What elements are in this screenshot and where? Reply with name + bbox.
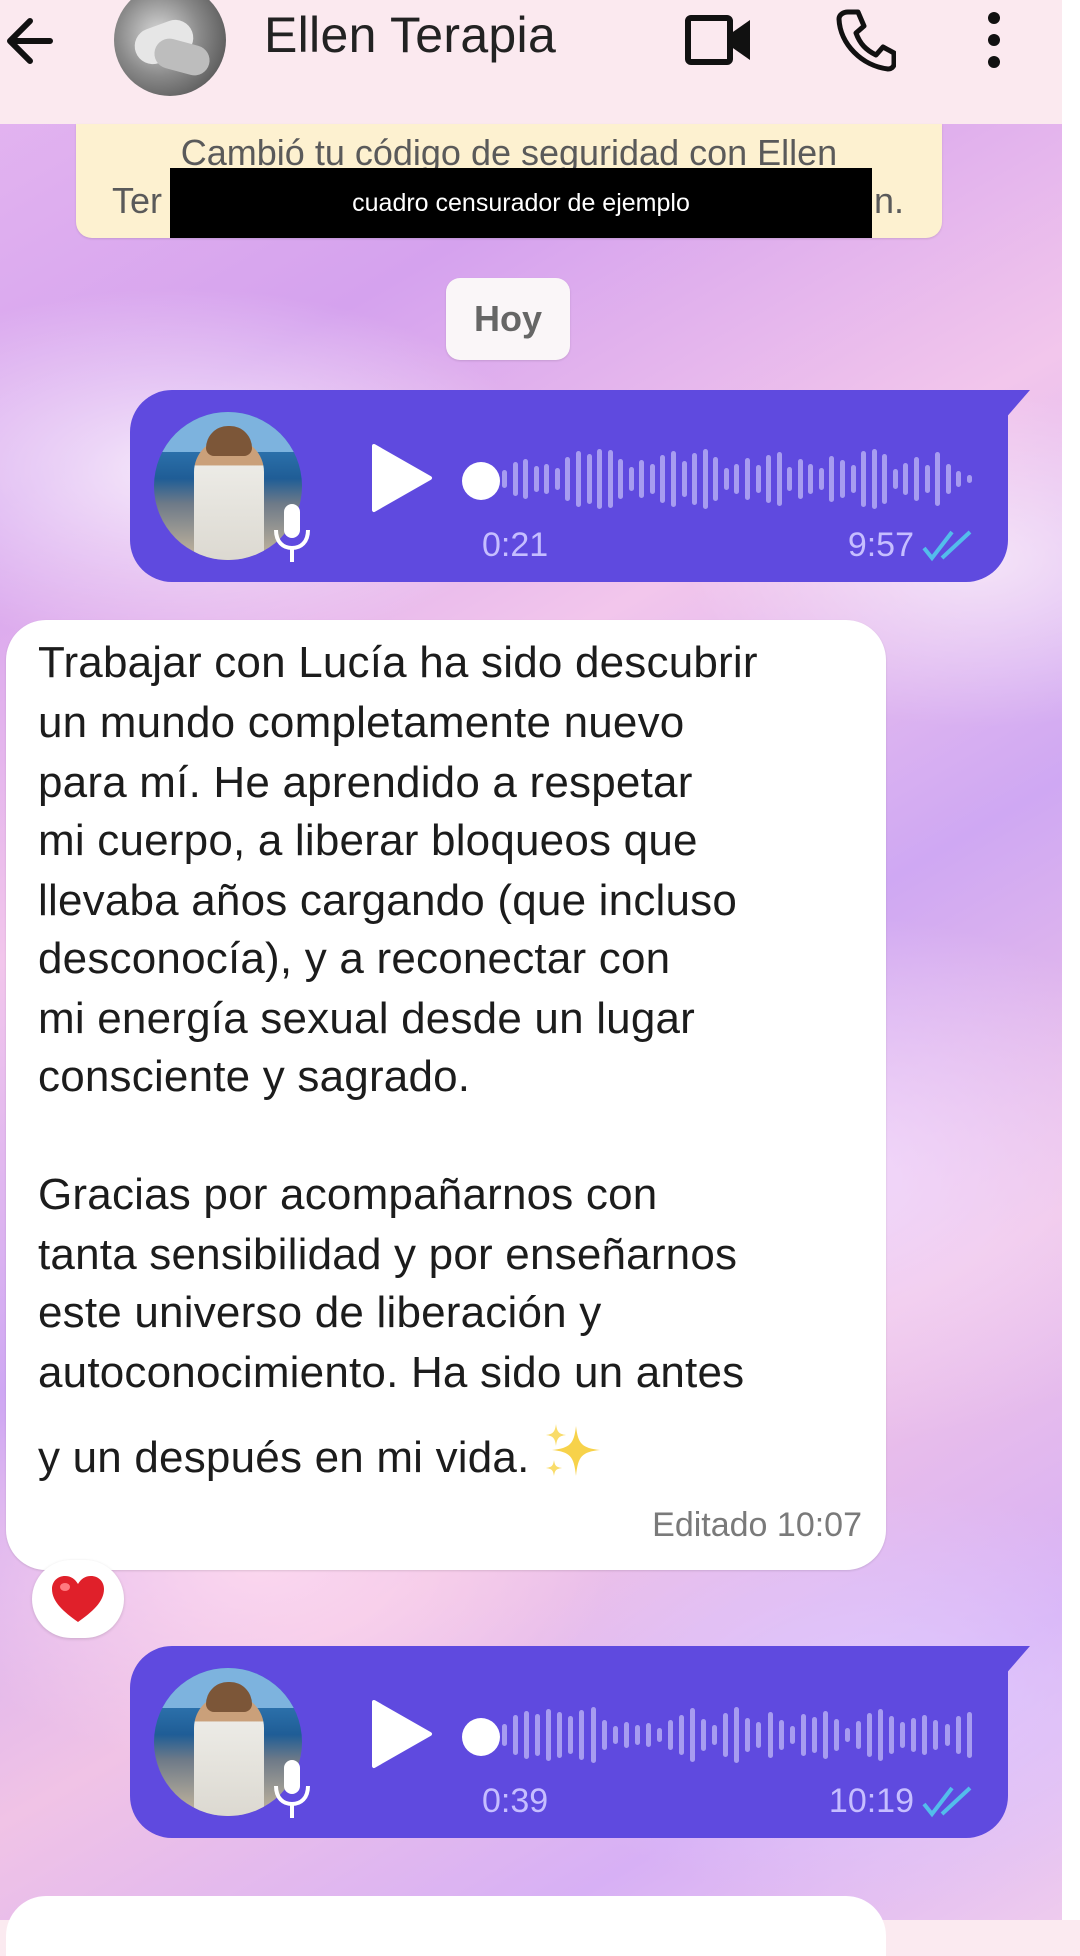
message-time: 9:57 <box>847 526 914 564</box>
message-line: consciente y sagrado. <box>38 1052 471 1101</box>
message-time: 10:19 <box>828 1782 914 1820</box>
censor-box: cuadro censurador de ejemplo <box>170 168 872 238</box>
message-line: este universo de liberación y <box>38 1288 602 1337</box>
next-message-bubble[interactable] <box>6 1896 886 1956</box>
play-icon[interactable] <box>368 442 434 514</box>
message-line: autoconocimiento. Ha sido un antes <box>38 1348 745 1397</box>
message-line: Trabajar con Lucía ha sido descubrir <box>38 638 758 687</box>
read-checkmarks-icon <box>922 530 972 562</box>
screen-edge <box>1062 0 1080 1920</box>
chat-header: Ellen Terapia <box>0 0 1062 124</box>
date-separator: Hoy <box>446 278 570 360</box>
voice-message[interactable]: 0:39 10:19 <box>130 1646 1030 1838</box>
security-notice-line2-start: Ter <box>112 180 163 221</box>
message-line: Gracias por acompañarnos con <box>38 1170 658 1219</box>
waveform[interactable] <box>502 446 972 512</box>
contact-name[interactable]: Ellen Terapia <box>264 6 556 64</box>
message-line: mi energía sexual desde un lugar <box>38 994 696 1043</box>
play-icon[interactable] <box>368 1698 434 1770</box>
voice-duration: 0:39 <box>482 1782 549 1820</box>
voice-message[interactable]: 0:21 9:57 <box>130 390 1030 582</box>
message-line: mi cuerpo, a liberar bloqueos que <box>38 816 698 865</box>
video-camera-icon[interactable] <box>684 12 754 68</box>
message-line: llevaba años cargando (que incluso <box>38 876 738 925</box>
more-vert-icon[interactable] <box>976 10 1012 70</box>
security-notice-line2-end: n. <box>873 180 904 221</box>
message-line: desconocía), y a reconectar con <box>38 934 671 983</box>
message-line: para mí. He aprendido a respetar <box>38 758 693 807</box>
back-arrow-icon[interactable] <box>0 6 60 76</box>
incoming-text-message[interactable]: Trabajar con Lucía ha sido descubrir un … <box>6 620 886 1570</box>
playback-scrubber[interactable] <box>462 1718 500 1756</box>
heart-reaction[interactable] <box>32 1560 124 1638</box>
contact-avatar[interactable] <box>114 0 226 96</box>
message-line: un mundo completamente nuevo <box>38 698 685 747</box>
edited-timestamp: Editado 10:07 <box>652 1506 862 1544</box>
waveform[interactable] <box>502 1702 972 1768</box>
sparkles-emoji <box>545 1424 600 1476</box>
message-line: y un después en mi vida. <box>38 1433 530 1482</box>
microphone-icon <box>274 504 310 562</box>
playback-scrubber[interactable] <box>462 462 500 500</box>
microphone-icon <box>274 1760 310 1818</box>
voice-duration: 0:21 <box>482 526 549 564</box>
message-line-last: y un después en mi vida. <box>38 1420 604 1483</box>
phone-icon[interactable] <box>834 6 896 72</box>
read-checkmarks-icon <box>922 1786 972 1818</box>
red-heart-emoji <box>52 1576 104 1622</box>
message-line: tanta sensibilidad y por enseñarnos <box>38 1230 738 1279</box>
